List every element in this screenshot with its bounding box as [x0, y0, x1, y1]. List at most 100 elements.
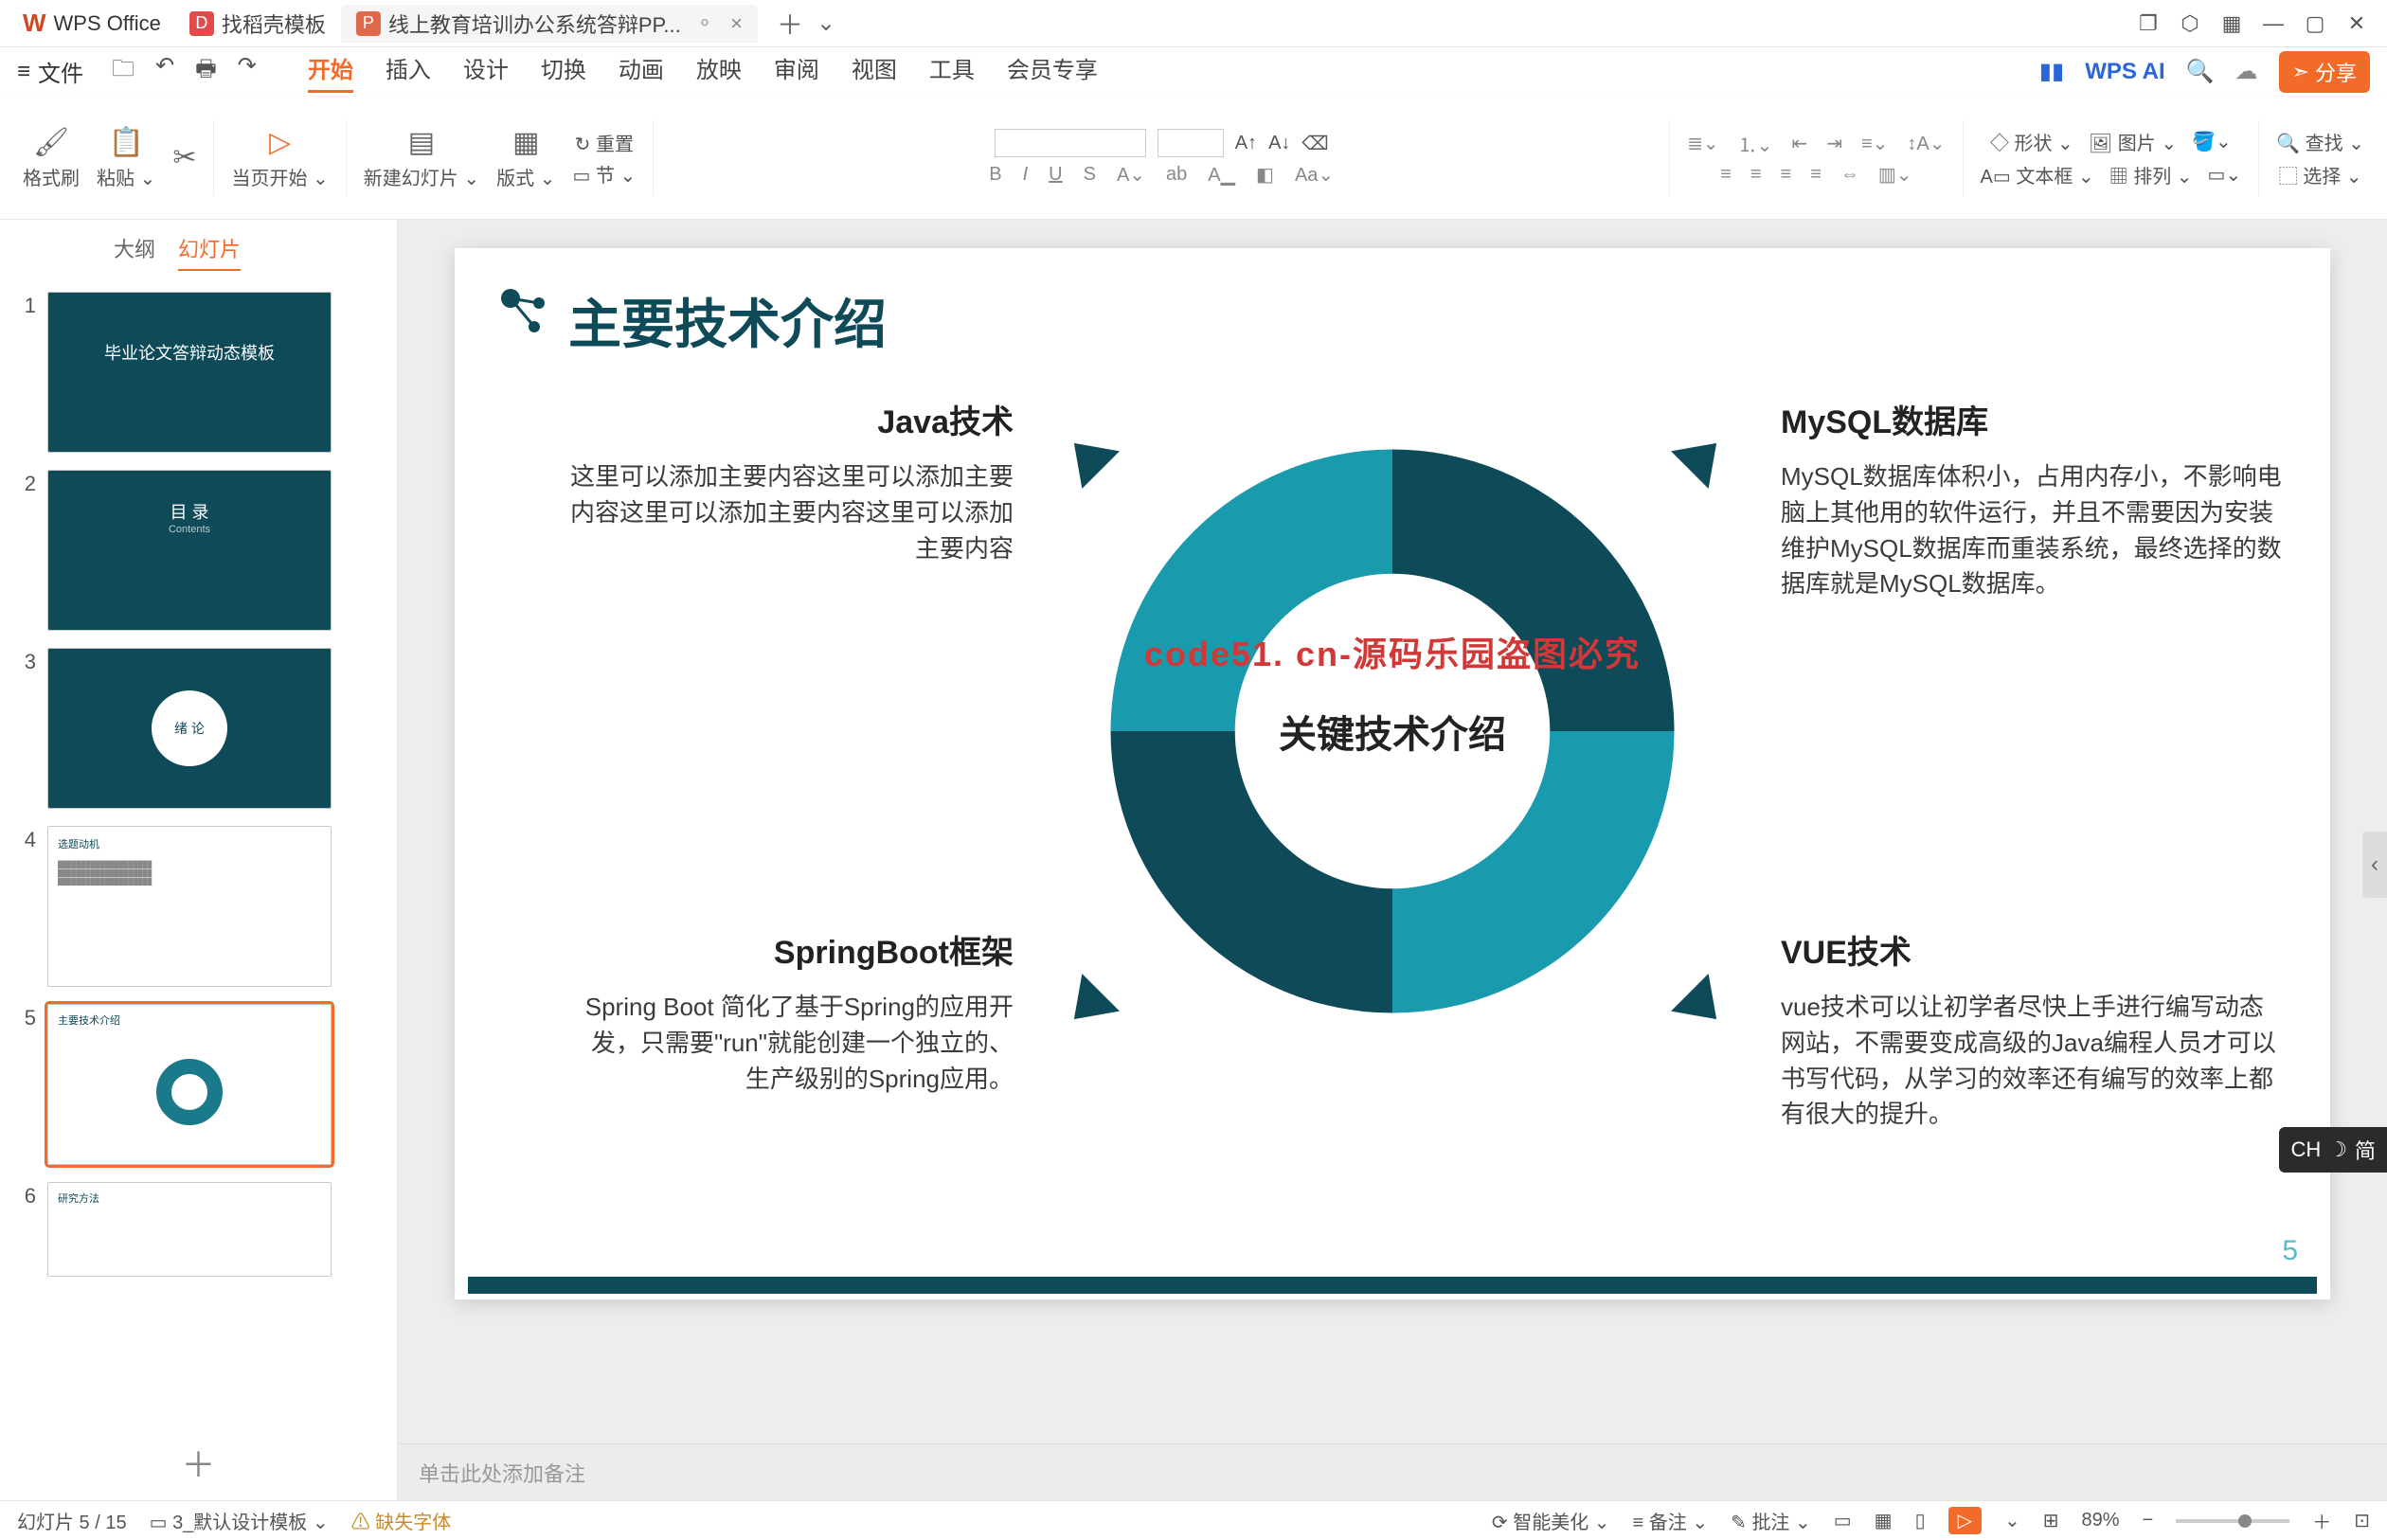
save-icon[interactable]: 🗀: [112, 52, 135, 91]
thumbnails-list[interactable]: 1毕业论文答辩动态模板 2目 录Contents 3绪 论 4选题动机█████…: [0, 284, 397, 1424]
fit-icon[interactable]: ⊡: [2354, 1509, 2370, 1532]
thumb-1[interactable]: 毕业论文答辩动态模板: [47, 292, 332, 453]
close-tab-icon[interactable]: ×: [730, 11, 743, 36]
tab-insert[interactable]: 插入: [386, 51, 431, 93]
review-button[interactable]: ✎ 批注 ⌄: [1731, 1507, 1811, 1534]
thumb-6[interactable]: 研究方法: [47, 1182, 332, 1277]
panel-tab-slides[interactable]: 幻灯片: [178, 233, 241, 271]
cut-icon[interactable]: ✂: [172, 141, 196, 174]
change-case-icon[interactable]: Aa⌄: [1295, 163, 1334, 187]
panel-tab-outline[interactable]: 大纲: [114, 233, 155, 271]
collapse-panel-icon[interactable]: ‹: [2362, 832, 2387, 898]
highlight-icon[interactable]: ab: [1166, 164, 1187, 186]
align-justify-icon[interactable]: ≡: [1810, 164, 1822, 186]
underline-icon[interactable]: U: [1049, 164, 1062, 186]
align-right-icon[interactable]: ≡: [1781, 164, 1792, 186]
add-slide-button[interactable]: ＋: [0, 1424, 397, 1500]
numbering-icon[interactable]: ⒈⌄: [1738, 130, 1773, 157]
strike-icon[interactable]: S: [1084, 164, 1096, 186]
cloud-icon[interactable]: ☁: [2235, 58, 2258, 85]
tab-view[interactable]: 视图: [852, 51, 897, 93]
tab-tools[interactable]: 工具: [929, 51, 975, 93]
view-normal-icon[interactable]: ▭: [1834, 1509, 1852, 1532]
new-slide-button[interactable]: ▤新建幻灯片 ⌄: [364, 126, 479, 190]
remark-button[interactable]: ≡ 备注 ⌄: [1633, 1507, 1709, 1534]
ime-indicator[interactable]: CH ☽ 简: [2279, 1127, 2387, 1173]
file-menu[interactable]: ≡ 文件: [17, 55, 83, 88]
format-brush-button[interactable]: 🖌格式刷: [23, 126, 80, 190]
search-icon[interactable]: 🔍: [2186, 58, 2215, 85]
font-color-icon[interactable]: A▁: [1208, 163, 1235, 187]
new-tab-button[interactable]: ＋: [777, 5, 803, 43]
grid-icon[interactable]: ⊞: [2043, 1509, 2059, 1532]
fill-icon[interactable]: 🪣⌄: [2192, 130, 2232, 153]
section-button[interactable]: ▭ 节 ⌄: [572, 160, 636, 188]
tab-start[interactable]: 开始: [308, 51, 353, 93]
thumb-2[interactable]: 目 录Contents: [47, 470, 332, 631]
tab-animation[interactable]: 动画: [619, 51, 664, 93]
thumb-4[interactable]: 选题动机████████████████████████████████████…: [47, 826, 332, 987]
tab-template-store[interactable]: D 找稻壳模板: [174, 5, 341, 43]
find-button[interactable]: 🔍 查找 ⌄: [2276, 128, 2364, 155]
tab-slideshow[interactable]: 放映: [696, 51, 742, 93]
italic-icon[interactable]: I: [1023, 164, 1029, 186]
columns-icon[interactable]: ▥⌄: [1878, 163, 1912, 187]
tab-member[interactable]: 会员专享: [1007, 51, 1098, 93]
font-family-select[interactable]: [995, 129, 1146, 157]
zoom-out-icon[interactable]: −: [2143, 1510, 2154, 1531]
indent-left-icon[interactable]: ⇤: [1791, 132, 1807, 155]
tab-document[interactable]: P 线上教育培训办公系统答辩PP... ⚬ ×: [341, 5, 758, 43]
pin-icon[interactable]: ⚬: [696, 11, 713, 36]
textbox-button[interactable]: A▭ 文本框 ⌄: [1981, 161, 2094, 188]
from-current-button[interactable]: ▷当页开始 ⌄: [231, 126, 328, 190]
maximize-button[interactable]: ▢: [2294, 11, 2336, 36]
tab-design[interactable]: 设计: [463, 51, 509, 93]
align-center-icon[interactable]: ≡: [1750, 164, 1762, 186]
avatar-icon[interactable]: ▦: [2211, 11, 2252, 36]
distribute-icon[interactable]: ⇔: [1840, 164, 1859, 186]
tab-transition[interactable]: 切换: [541, 51, 586, 93]
outline-icon[interactable]: ▭⌄: [2208, 163, 2242, 187]
bold-icon[interactable]: B: [989, 164, 1001, 186]
thumb-3[interactable]: 绪 论: [47, 648, 332, 809]
paste-button[interactable]: 📋粘贴 ⌄: [97, 126, 155, 190]
slide-canvas[interactable]: 主要技术介绍 关键技术介绍: [455, 248, 2330, 1299]
text-direction-icon[interactable]: ↕A⌄: [1907, 132, 1945, 155]
image-button[interactable]: 🖼 图片 ⌄: [2089, 128, 2177, 155]
align-left-icon[interactable]: ≡: [1720, 164, 1732, 186]
cube-icon[interactable]: ⬡: [2169, 11, 2211, 36]
font-effects-icon[interactable]: A⌄: [1117, 163, 1145, 187]
thumb-5[interactable]: 主要技术介绍: [47, 1004, 332, 1165]
slideshow-button[interactable]: ▷: [1948, 1507, 1982, 1534]
print-icon[interactable]: 🖶: [195, 52, 217, 91]
zoom-in-icon[interactable]: ＋: [2312, 1507, 2331, 1534]
notes-pane[interactable]: 单击此处添加备注: [398, 1443, 2387, 1500]
redo-icon[interactable]: ↷: [238, 52, 257, 91]
clear-format-icon[interactable]: ⌫: [1301, 132, 1328, 155]
view-reading-icon[interactable]: ▯: [1915, 1509, 1926, 1532]
increase-font-icon[interactable]: A↑: [1235, 133, 1257, 154]
beautify-button[interactable]: ⟳ 智能美化 ⌄: [1492, 1507, 1610, 1534]
font-size-select[interactable]: [1158, 129, 1224, 157]
template-name[interactable]: ▭ 3_默认设计模板 ⌄: [150, 1507, 329, 1534]
indent-right-icon[interactable]: ⇥: [1826, 132, 1842, 155]
layout-button[interactable]: ▦版式 ⌄: [496, 126, 555, 190]
shape-button[interactable]: ◇ 形状 ⌄: [1990, 128, 2073, 155]
tab-dropdown-icon[interactable]: ⌄: [817, 9, 835, 37]
zoom-value[interactable]: 89%: [2082, 1510, 2120, 1531]
decrease-font-icon[interactable]: A↓: [1268, 133, 1290, 154]
share-button[interactable]: ➣分享: [2279, 51, 2370, 93]
undo-icon[interactable]: ↶: [155, 52, 174, 91]
missing-font-warning[interactable]: ⚠ 缺失字体: [351, 1507, 452, 1534]
bullets-icon[interactable]: ≣⌄: [1687, 132, 1719, 155]
reset-button[interactable]: ↻ 重置: [575, 129, 634, 156]
wps-ai-button[interactable]: WPS AI: [2085, 59, 2164, 85]
line-spacing-icon[interactable]: ≡⌄: [1861, 132, 1888, 155]
text-fill-icon[interactable]: ◧: [1256, 163, 1274, 187]
window-copy-icon[interactable]: ❐: [2127, 11, 2169, 36]
arrange-button[interactable]: ▦ 排列 ⌄: [2109, 161, 2193, 188]
close-window-button[interactable]: ✕: [2336, 11, 2378, 36]
zoom-slider[interactable]: [2176, 1519, 2289, 1523]
slideshow-dropdown-icon[interactable]: ⌄: [2004, 1509, 2020, 1532]
select-button[interactable]: ⬚ 选择 ⌄: [2279, 161, 2362, 188]
